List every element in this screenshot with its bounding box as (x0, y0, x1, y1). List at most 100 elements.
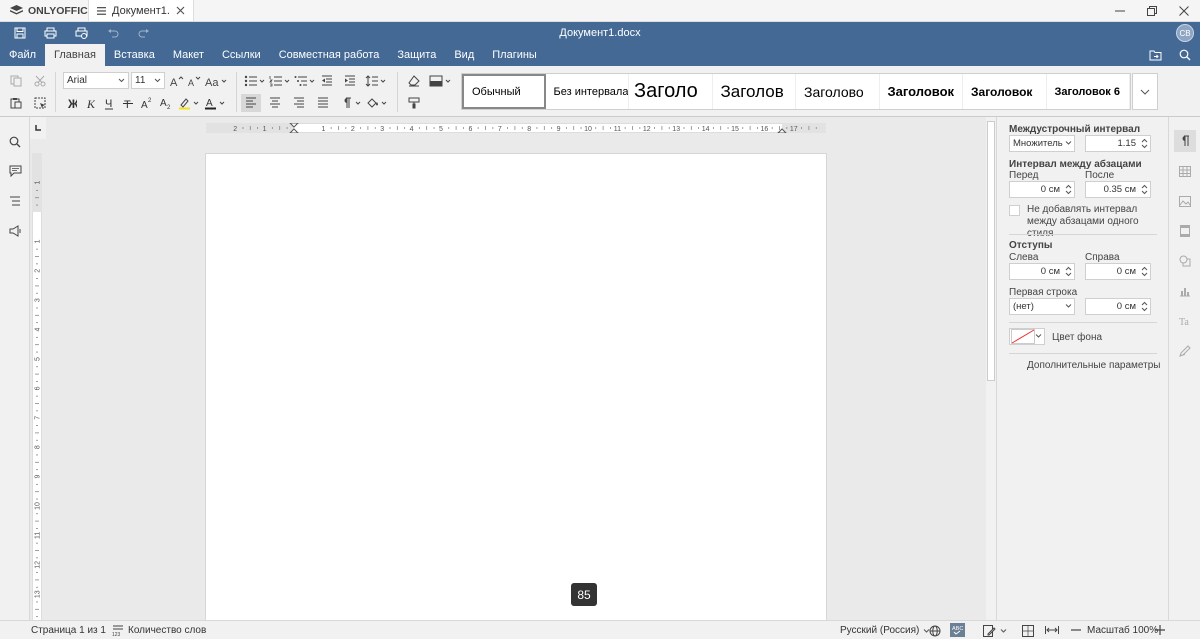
feedback-icon[interactable] (5, 221, 25, 241)
style-heading-2[interactable]: Заголов (713, 74, 796, 109)
image-settings-icon[interactable] (1174, 190, 1196, 212)
document-tab[interactable]: Документ1.do... (88, 0, 194, 21)
indent-left-input[interactable]: 0 см (1009, 263, 1075, 280)
spinner-icon[interactable] (1141, 300, 1148, 313)
change-case-icon[interactable]: Aa (204, 72, 228, 90)
advanced-settings-link[interactable]: Дополнительные параметры (1027, 360, 1160, 371)
tab-references[interactable]: Ссылки (213, 44, 270, 66)
language-select[interactable]: Русский (Россия) (840, 625, 930, 636)
font-name-select[interactable]: Arial (63, 72, 129, 89)
text-art-settings-icon[interactable]: Ta (1174, 310, 1196, 332)
style-heading-5[interactable]: Заголовок (963, 74, 1047, 109)
page-indicator[interactable]: Страница 1 из 1 (31, 625, 106, 636)
undo-icon[interactable] (97, 22, 128, 44)
style-no-spacing[interactable]: Без интервала (546, 74, 630, 109)
subscript-icon[interactable]: A2 (156, 94, 176, 112)
font-color-icon[interactable]: A (203, 94, 227, 112)
vertical-ruler[interactable]: 1 1 2 3 4 5 6 7 8 9 10 11 12 13 (32, 153, 42, 620)
clear-style-icon[interactable] (404, 72, 424, 90)
redo-icon[interactable] (128, 22, 159, 44)
decrease-indent-icon[interactable] (317, 72, 337, 90)
style-normal[interactable]: Обычный (462, 74, 546, 109)
style-heading-4[interactable]: Заголовок (880, 74, 963, 109)
copy-icon[interactable] (6, 72, 26, 90)
strikethrough-icon[interactable]: Т (118, 94, 138, 112)
shading-icon[interactable] (365, 94, 389, 112)
minimize-button[interactable] (1104, 0, 1136, 22)
fit-width-icon[interactable] (1045, 625, 1059, 635)
zoom-in-icon[interactable] (1155, 625, 1165, 635)
tab-insert[interactable]: Вставка (105, 44, 164, 66)
align-justify-icon[interactable] (313, 94, 333, 112)
paste-icon[interactable] (6, 94, 26, 112)
select-all-icon[interactable] (30, 94, 50, 112)
color-scheme-icon[interactable] (428, 72, 454, 90)
track-changes-button[interactable] (983, 625, 1007, 637)
bold-icon[interactable]: Ж (62, 94, 82, 112)
superscript-icon[interactable]: A2 (137, 94, 157, 112)
tab-stop-selector[interactable] (30, 117, 46, 139)
print-icon[interactable] (35, 22, 66, 44)
increase-font-icon[interactable]: A (167, 72, 187, 90)
style-gallery-expand-button[interactable] (1132, 73, 1158, 110)
open-location-icon[interactable] (1140, 44, 1170, 66)
chart-settings-icon[interactable] (1174, 280, 1196, 302)
align-right-icon[interactable] (289, 94, 309, 112)
highlight-color-icon[interactable] (177, 94, 201, 112)
indent-right-input[interactable]: 0 см (1085, 263, 1151, 280)
user-avatar[interactable]: СВ (1176, 24, 1194, 42)
word-count-button[interactable]: 123 Количество слов (112, 625, 206, 636)
spinner-icon[interactable] (1141, 265, 1148, 278)
save-icon[interactable] (4, 22, 35, 44)
line-spacing-value-input[interactable]: 1.15 (1085, 135, 1151, 152)
italic-icon[interactable]: К (80, 94, 100, 112)
spinner-icon[interactable] (1065, 265, 1072, 278)
table-settings-icon[interactable] (1174, 160, 1196, 182)
paragraph-settings-icon[interactable] (1174, 130, 1196, 152)
comments-icon[interactable] (5, 161, 25, 181)
copy-style-icon[interactable] (404, 94, 424, 112)
no-spacing-same-style-checkbox[interactable] (1009, 205, 1020, 216)
close-window-button[interactable] (1168, 0, 1200, 22)
first-line-value-input[interactable]: 0 см (1085, 298, 1151, 315)
horizontal-ruler[interactable]: 2 1 1 2 3 4 5 6 7 8 9 10 11 12 13 14 15 16 17 (206, 123, 826, 133)
tab-file[interactable]: Файл (0, 44, 45, 66)
signature-settings-icon[interactable] (1174, 340, 1196, 362)
underline-icon[interactable]: Ч (99, 94, 119, 112)
navigation-icon[interactable] (5, 191, 25, 211)
nonprinting-chars-icon[interactable] (340, 94, 364, 112)
spinner-icon[interactable] (1141, 183, 1148, 196)
tab-protection[interactable]: Защита (388, 44, 445, 66)
line-spacing-mode-select[interactable]: Множитель (1009, 135, 1075, 152)
shape-settings-icon[interactable] (1174, 250, 1196, 272)
restore-button[interactable] (1136, 0, 1168, 22)
font-size-select[interactable]: 11 (131, 72, 165, 89)
first-line-mode-select[interactable]: (нет) (1009, 298, 1075, 315)
document-page[interactable] (205, 153, 827, 620)
spacing-before-input[interactable]: 0 см (1009, 181, 1075, 198)
globe-icon[interactable] (929, 625, 941, 637)
multilevel-list-icon[interactable] (293, 72, 317, 90)
tab-collaboration[interactable]: Совместная работа (270, 44, 389, 66)
search-icon[interactable] (5, 132, 25, 152)
header-footer-settings-icon[interactable] (1174, 220, 1196, 242)
quick-print-icon[interactable] (66, 22, 97, 44)
spinner-icon[interactable] (1141, 137, 1148, 150)
tab-view[interactable]: Вид (445, 44, 483, 66)
style-heading-6[interactable]: Заголовок 6 (1047, 74, 1130, 109)
search-header-icon[interactable] (1170, 44, 1200, 66)
zoom-level[interactable]: Масштаб 100% (1087, 625, 1158, 636)
decrease-font-icon[interactable]: A (185, 72, 205, 90)
line-spacing-icon[interactable] (364, 72, 388, 90)
style-heading-3[interactable]: Заголово (796, 74, 880, 109)
spellcheck-icon[interactable]: ABC (950, 623, 965, 637)
align-center-icon[interactable] (265, 94, 285, 112)
increase-indent-icon[interactable] (340, 72, 360, 90)
background-color-picker[interactable] (1009, 328, 1045, 345)
vertical-scrollbar[interactable] (986, 117, 996, 620)
cut-icon[interactable] (30, 72, 50, 90)
tab-layout[interactable]: Макет (164, 44, 213, 66)
style-heading-1[interactable]: Заголо (629, 74, 713, 109)
bullet-list-icon[interactable] (243, 72, 267, 90)
close-tab-icon[interactable] (176, 6, 185, 15)
